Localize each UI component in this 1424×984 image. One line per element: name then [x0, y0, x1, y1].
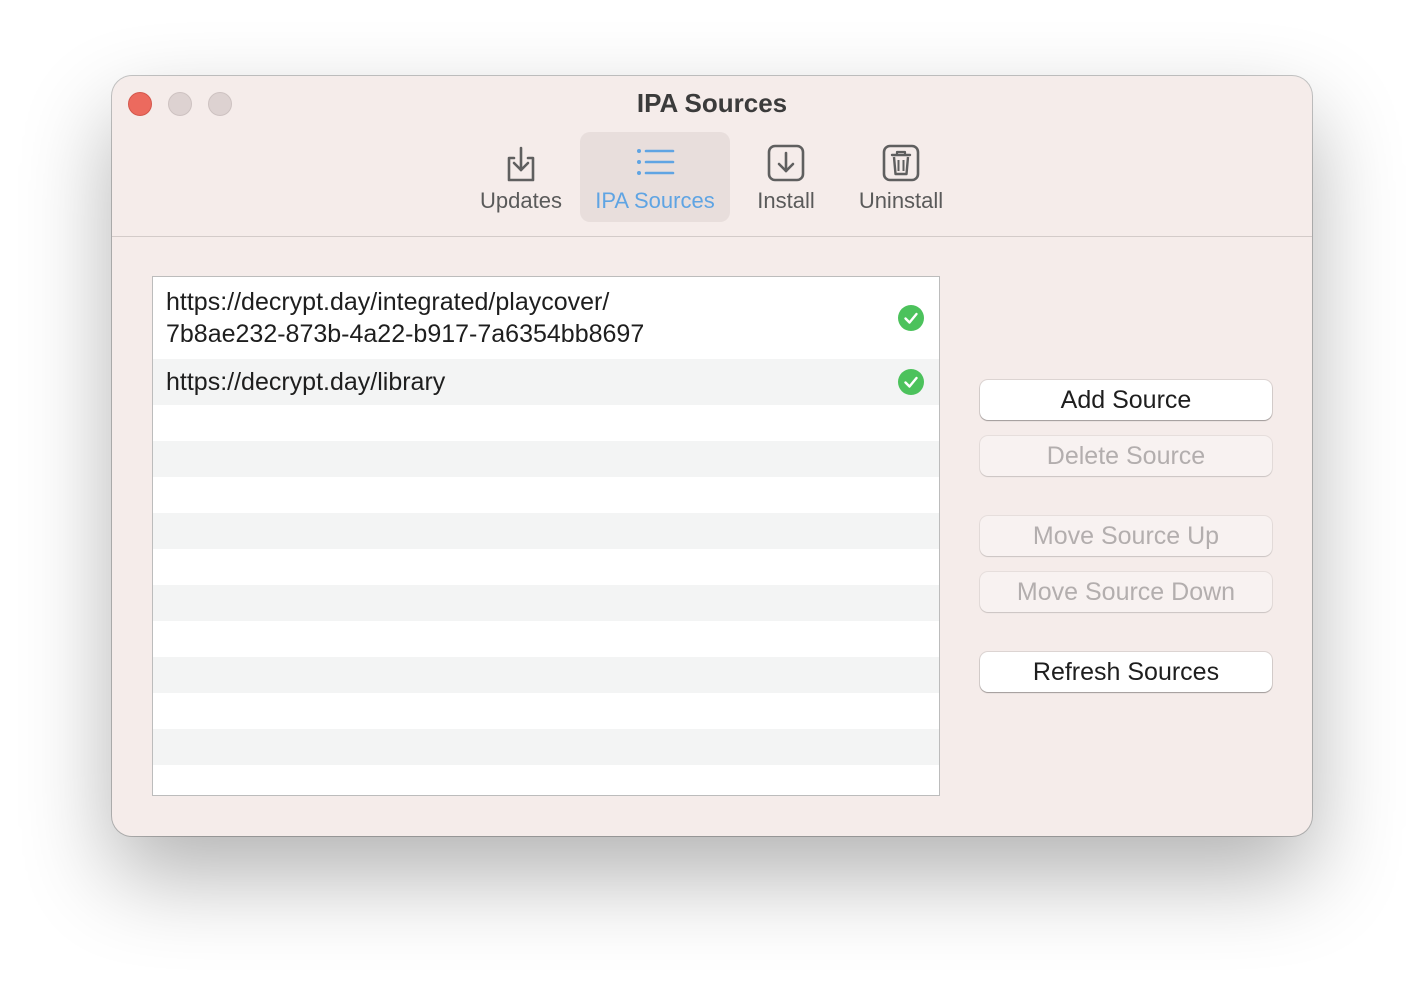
- empty-row: [153, 765, 939, 795]
- empty-row: [153, 405, 939, 441]
- empty-row: [153, 513, 939, 549]
- tab-uninstall[interactable]: Uninstall: [848, 132, 954, 222]
- empty-row: [153, 549, 939, 585]
- tab-updates-label: Updates: [480, 188, 562, 213]
- empty-row: [153, 693, 939, 729]
- move-source-up-button[interactable]: Move Source Up: [980, 516, 1272, 556]
- list-item[interactable]: https://decrypt.day/library: [153, 359, 939, 405]
- title-bar: IPA Sources Updates IPA Sources Install …: [112, 76, 1312, 237]
- tab-install-label: Install: [757, 188, 815, 213]
- list-item[interactable]: https://decrypt.day/integrated/playcover…: [153, 277, 939, 359]
- delete-source-button[interactable]: Delete Source: [980, 436, 1272, 476]
- install-arrow-icon: [767, 144, 805, 182]
- move-source-down-button[interactable]: Move Source Down: [980, 572, 1272, 612]
- source-url: https://decrypt.day/library: [166, 368, 446, 396]
- tab-install[interactable]: Install: [744, 132, 828, 222]
- window-title: IPA Sources: [636, 88, 788, 118]
- empty-row: [153, 657, 939, 693]
- list-icon: [637, 149, 675, 175]
- source-url: https://decrypt.day/integrated/playcover…: [166, 288, 610, 316]
- empty-row: [153, 477, 939, 513]
- trash-icon: [882, 144, 920, 182]
- tab-ipa-sources-label: IPA Sources: [595, 188, 715, 213]
- tab-ipa-sources[interactable]: IPA Sources: [580, 132, 730, 222]
- empty-row: [153, 585, 939, 621]
- refresh-sources-button[interactable]: Refresh Sources: [980, 652, 1272, 692]
- empty-row: [153, 729, 939, 765]
- empty-row: [153, 441, 939, 477]
- green-checkmark-icon: [898, 369, 924, 395]
- add-source-button[interactable]: Add Source: [980, 380, 1272, 420]
- ipa-sources-window: IPA Sources Updates IPA Sources Install …: [112, 76, 1312, 836]
- source-url-continued: 7b8ae232-873b-4a22-b917-7a6354bb8697: [166, 320, 645, 348]
- tab-updates[interactable]: Updates: [470, 132, 572, 222]
- sources-list[interactable]: https://decrypt.day/integrated/playcover…: [152, 276, 940, 796]
- tab-uninstall-label: Uninstall: [858, 188, 944, 213]
- empty-row: [153, 621, 939, 657]
- green-checkmark-icon: [898, 305, 924, 331]
- download-tray-icon: [507, 146, 535, 182]
